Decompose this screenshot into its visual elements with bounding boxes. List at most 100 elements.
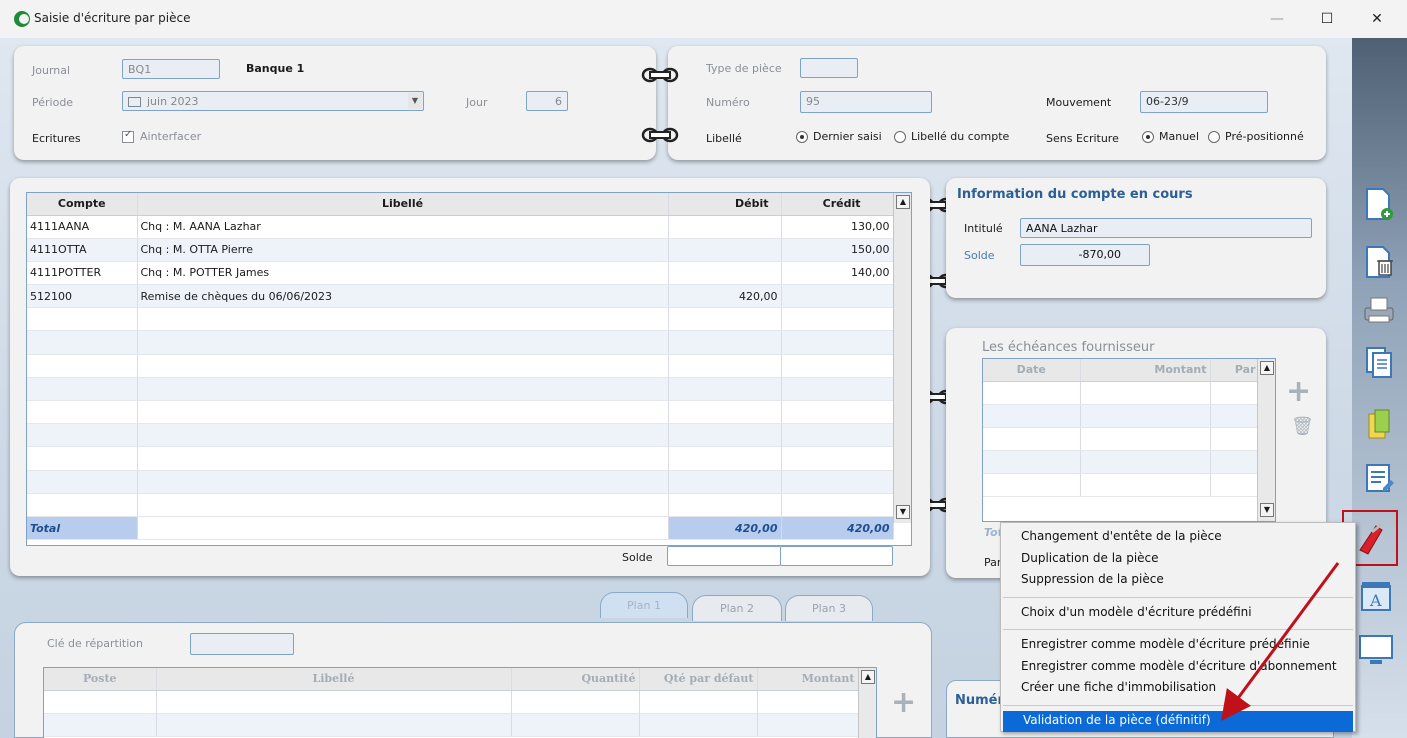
cell-credit[interactable]: 130,00 xyxy=(781,215,894,239)
scroll-down-icon[interactable]: ▼ xyxy=(1260,503,1274,517)
cell-credit[interactable] xyxy=(781,307,894,332)
entries-grid[interactable]: Compte Libellé Débit Crédit 4111AANA Chq … xyxy=(26,192,912,546)
col-header-date[interactable]: Date xyxy=(983,359,1081,382)
menu-item-validation-piece[interactable]: Validation de la pièce (définitif) xyxy=(1003,710,1353,732)
table-row[interactable]: 4111AANA Chq : M. AANA Lazhar 130,00 xyxy=(27,215,894,239)
col-header-montant[interactable]: Montant xyxy=(1080,359,1211,382)
print-icon[interactable] xyxy=(1361,292,1397,328)
cell-libelle[interactable] xyxy=(137,423,669,448)
cell-credit[interactable]: 140,00 xyxy=(781,261,894,286)
new-document-icon[interactable] xyxy=(1361,186,1397,222)
cell-compte[interactable] xyxy=(27,377,138,402)
analytic-scrollbar[interactable]: ▲ xyxy=(858,668,876,738)
cell-credit[interactable]: 150,00 xyxy=(781,238,894,262)
cell-libelle[interactable] xyxy=(137,470,669,494)
analytic-grid[interactable]: Poste Libellé Quantité Qté par défaut Mo… xyxy=(43,667,877,738)
numero-field[interactable]: 95 xyxy=(800,91,932,113)
cell-debit[interactable] xyxy=(668,423,782,448)
minimize-button[interactable]: — xyxy=(1257,6,1297,32)
cell-compte[interactable] xyxy=(27,330,138,355)
cell-libelle[interactable] xyxy=(137,330,669,355)
table-row[interactable] xyxy=(27,423,894,448)
table-row[interactable] xyxy=(27,377,894,402)
cell-credit[interactable] xyxy=(781,423,894,448)
scroll-down-icon[interactable]: ▼ xyxy=(896,505,910,519)
font-icon[interactable]: A xyxy=(1358,578,1394,614)
scroll-up-icon[interactable]: ▲ xyxy=(896,195,910,209)
monitor-icon[interactable] xyxy=(1358,632,1394,668)
table-row[interactable]: 4111POTTER Chq : M. POTTER James 140,00 xyxy=(27,261,894,286)
table-row[interactable] xyxy=(27,307,894,332)
swiss-knife-icon[interactable] xyxy=(1352,520,1388,556)
close-button[interactable]: ✕ xyxy=(1357,6,1397,32)
radio-prepositionne[interactable]: Pré-positionné xyxy=(1208,130,1304,143)
entries-scrollbar[interactable]: ▲ ▼ xyxy=(893,193,911,523)
col-header-credit[interactable]: Crédit xyxy=(781,193,894,216)
cell-compte[interactable] xyxy=(27,470,138,494)
radio-manuel[interactable]: Manuel xyxy=(1142,130,1199,143)
tab-plan-3[interactable]: Plan 3 xyxy=(785,595,873,621)
cell-libelle[interactable] xyxy=(137,446,669,471)
cell-compte[interactable] xyxy=(27,354,138,378)
radio-libelle-compte[interactable]: Libellé du compte xyxy=(894,130,1009,143)
cell-compte[interactable] xyxy=(27,400,138,425)
mouvement-field[interactable]: 06-23/9 xyxy=(1140,91,1268,113)
cell-credit[interactable] xyxy=(781,446,894,471)
add-icon[interactable]: + xyxy=(1286,374,1311,409)
cell-libelle[interactable]: Chq : M. AANA Lazhar xyxy=(137,215,669,239)
maximize-button[interactable]: ☐ xyxy=(1307,6,1347,32)
cell-compte[interactable]: 512100 xyxy=(27,284,138,309)
tab-plan-2[interactable]: Plan 2 xyxy=(692,595,782,621)
cell-credit[interactable] xyxy=(781,284,894,309)
cell-credit[interactable] xyxy=(781,470,894,494)
echeances-scrollbar[interactable]: ▲ ▼ xyxy=(1257,359,1275,521)
cell-debit[interactable] xyxy=(668,377,782,402)
col-header-quantite[interactable]: Quantité xyxy=(511,668,640,691)
intitule-field[interactable]: AANA Lazhar xyxy=(1020,218,1312,238)
cell-debit[interactable] xyxy=(668,354,782,378)
cell-libelle[interactable]: Remise de chèques du 06/06/2023 xyxy=(137,284,669,309)
menu-item-enregistrer-modele-predefini[interactable]: Enregistrer comme modèle d'écriture préd… xyxy=(1001,635,1355,657)
cell-compte[interactable] xyxy=(27,493,138,517)
cell-compte[interactable]: 4111AANA xyxy=(27,215,138,239)
table-row[interactable] xyxy=(27,493,894,517)
jour-field[interactable]: 6 xyxy=(526,91,568,111)
periode-select[interactable]: juin 2023 ▼ xyxy=(122,91,424,111)
col-header-compte[interactable]: Compte xyxy=(27,193,138,216)
cell-credit[interactable] xyxy=(781,377,894,402)
cell-credit[interactable] xyxy=(781,354,894,378)
delete-document-icon[interactable] xyxy=(1361,244,1397,280)
cell-compte[interactable]: 4111OTTA xyxy=(27,238,138,262)
cell-credit[interactable] xyxy=(781,400,894,425)
cell-libelle[interactable] xyxy=(137,400,669,425)
edit-list-icon[interactable] xyxy=(1361,460,1397,496)
menu-item-changement-entete[interactable]: Changement d'entête de la pièce xyxy=(1001,527,1355,549)
menu-item-creer-immobilisation[interactable]: Créer une fiche d'immobilisation xyxy=(1001,678,1355,700)
echeances-grid[interactable]: Date Montant Par ▲ ▼ xyxy=(982,358,1276,522)
cell-libelle[interactable]: Chq : M. OTTA Pierre xyxy=(137,238,669,262)
table-row[interactable] xyxy=(27,446,894,471)
table-row[interactable]: 512100 Remise de chèques du 06/06/2023 420… xyxy=(27,284,894,309)
radio-dernier-saisi[interactable]: Dernier saisi xyxy=(796,130,882,143)
cell-debit[interactable] xyxy=(668,470,782,494)
type-piece-field[interactable] xyxy=(800,58,858,78)
table-row[interactable] xyxy=(27,354,894,378)
col-header-par[interactable]: Par xyxy=(1210,359,1260,382)
document-yellow-icon[interactable] xyxy=(1361,406,1397,442)
ainterfacer-checkbox[interactable]: Ainterfacer xyxy=(122,129,201,143)
cell-compte[interactable] xyxy=(27,423,138,448)
col-header-debit[interactable]: Débit xyxy=(668,193,782,216)
table-row[interactable] xyxy=(27,330,894,355)
cle-repartition-field[interactable] xyxy=(190,633,294,655)
col-header-poste[interactable]: Poste xyxy=(44,668,157,691)
cell-debit[interactable] xyxy=(668,261,782,286)
menu-item-suppression[interactable]: Suppression de la pièce xyxy=(1001,570,1355,592)
menu-item-enregistrer-modele-abonnement[interactable]: Enregistrer comme modèle d'écriture d'ab… xyxy=(1001,657,1355,679)
cell-compte[interactable]: 4111POTTER xyxy=(27,261,138,286)
cell-debit[interactable] xyxy=(668,238,782,262)
journal-code-field[interactable]: BQ1 xyxy=(122,59,220,79)
trash-icon[interactable]: 🗑 xyxy=(1291,416,1314,437)
scroll-up-icon[interactable]: ▲ xyxy=(861,670,875,684)
chevron-down-icon[interactable]: ▼ xyxy=(408,93,422,109)
cell-debit[interactable] xyxy=(668,400,782,425)
